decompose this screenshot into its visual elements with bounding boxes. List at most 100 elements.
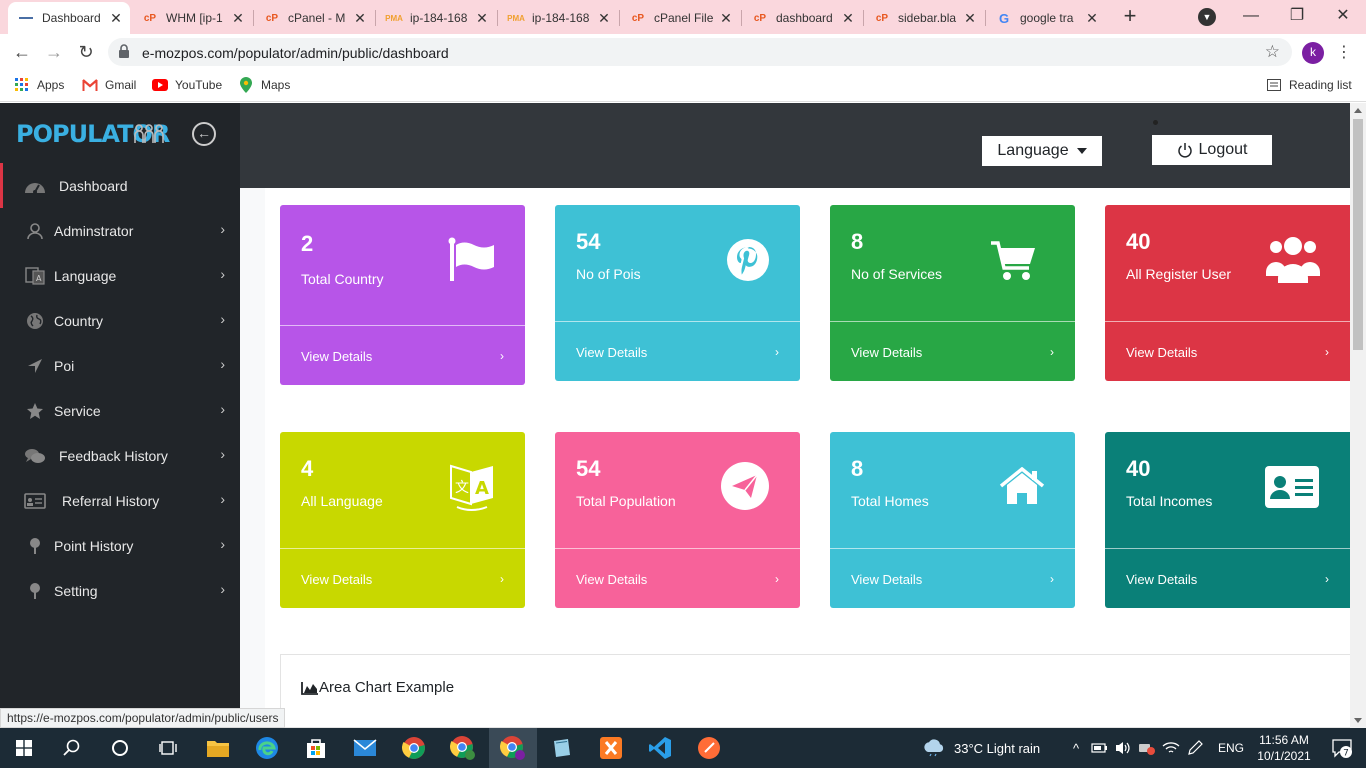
tab-phpmyadmin-1[interactable]: PMA ip-184-168 ✕ [376, 4, 496, 32]
cortana-icon[interactable] [96, 728, 144, 768]
view-details-link[interactable]: View Details [1126, 345, 1197, 360]
bookmark-gmail[interactable]: Gmail [82, 77, 136, 93]
input-language[interactable]: ENG [1218, 741, 1244, 755]
profile-avatar[interactable]: k [1302, 42, 1324, 64]
sidebar-item-setting[interactable]: Setting › [0, 568, 240, 613]
close-icon[interactable]: ✕ [962, 10, 978, 27]
edge-icon[interactable] [243, 728, 291, 768]
svg-text:文: 文 [455, 480, 469, 496]
chrome-active-icon[interactable] [489, 728, 537, 768]
view-details-link[interactable]: View Details [1126, 572, 1197, 587]
cloud-rain-icon [924, 739, 944, 757]
stat-card-footer[interactable]: View Details › [1105, 321, 1350, 381]
sidebar-item-language[interactable]: A Language › [0, 253, 240, 298]
chrome-icon[interactable] [390, 728, 438, 768]
close-icon[interactable]: ✕ [474, 10, 490, 27]
forward-icon[interactable]: → [42, 40, 66, 64]
sidebar-item-country[interactable]: Country › [0, 298, 240, 343]
mail-icon[interactable] [341, 728, 389, 768]
minimize-icon[interactable]: — [1228, 2, 1274, 30]
postman-icon[interactable] [685, 728, 733, 768]
volume-icon[interactable] [1114, 740, 1132, 756]
tab-phpmyadmin-2[interactable]: PMA ip-184-168 ✕ [498, 4, 618, 32]
chevron-right-icon: › [1050, 345, 1054, 359]
window-close-icon[interactable]: ✕ [1320, 2, 1366, 30]
close-icon[interactable]: ✕ [1084, 10, 1100, 27]
view-details-link[interactable]: View Details [576, 572, 647, 587]
meet-now-icon[interactable] [1138, 740, 1156, 756]
bookmark-youtube[interactable]: YouTube [152, 77, 222, 93]
weather-widget[interactable]: 33°C Light rain [922, 728, 1040, 768]
stat-card-footer[interactable]: View Details › [1105, 548, 1350, 608]
sidebar-item-feedback-history[interactable]: Feedback History › [0, 433, 240, 478]
windows-start-icon[interactable] [0, 728, 48, 768]
reading-list-button[interactable]: Reading list [1266, 77, 1352, 93]
clock[interactable]: 11:56 AM 10/1/2021 [1256, 732, 1312, 764]
stat-card-footer[interactable]: View Details › [830, 548, 1075, 608]
sidebar-item-referral-history[interactable]: Referral History › [0, 478, 240, 523]
view-details-link[interactable]: View Details [576, 345, 647, 360]
wifi-icon[interactable] [1162, 740, 1180, 756]
tab-whm[interactable]: cP WHM [ip-1 ✕ [132, 4, 252, 32]
new-tab-button[interactable]: + [1118, 4, 1142, 30]
chrome-profile-icon[interactable] [439, 728, 487, 768]
stat-card-footer[interactable]: View Details › [555, 548, 800, 608]
stat-card-footer[interactable]: View Details › [280, 548, 525, 608]
bookmark-star-icon[interactable]: ☆ [1265, 42, 1280, 62]
notepad-icon[interactable] [538, 728, 586, 768]
sidebar-item-point-history[interactable]: Point History › [0, 523, 240, 568]
scrollbar-thumb[interactable] [1353, 119, 1363, 350]
sidebar-item-dashboard[interactable]: Dashboard [0, 163, 240, 208]
tab-cpanel-file[interactable]: cP cPanel File ✕ [620, 4, 740, 32]
tab-search-icon[interactable]: ▼ [1198, 8, 1216, 26]
back-icon[interactable]: ← [10, 40, 34, 64]
sidebar-item-poi[interactable]: Poi › [0, 343, 240, 388]
stat-card-footer[interactable]: View Details › [280, 325, 525, 385]
pen-icon[interactable] [1186, 740, 1204, 756]
store-icon[interactable] [292, 728, 340, 768]
sidebar-item-adminstrator[interactable]: Adminstrator › [0, 208, 240, 253]
search-icon[interactable] [48, 728, 96, 768]
sidebar-item-service[interactable]: Service › [0, 388, 240, 433]
tab-dashboard-2[interactable]: cP dashboard ✕ [742, 4, 862, 32]
close-icon[interactable]: ✕ [718, 10, 734, 27]
tab-google-translate[interactable]: G google tra ✕ [986, 4, 1106, 32]
close-icon[interactable]: ✕ [596, 10, 612, 27]
battery-icon[interactable] [1090, 741, 1108, 755]
task-view-icon[interactable] [144, 728, 192, 768]
chevron-right-icon: › [220, 311, 225, 327]
chevron-right-icon: › [500, 572, 504, 586]
view-details-link[interactable]: View Details [851, 345, 922, 360]
notifications-icon[interactable]: 7 [1318, 728, 1366, 768]
close-icon[interactable]: ✕ [108, 10, 124, 27]
tab-cpanel[interactable]: cP cPanel - M ✕ [254, 4, 374, 32]
view-details-link[interactable]: View Details [851, 572, 922, 587]
collapse-sidebar-icon[interactable]: ← [192, 122, 216, 146]
view-details-link[interactable]: View Details [301, 572, 372, 587]
tab-dashboard[interactable]: Dashboard ✕ [8, 2, 130, 34]
scroll-down-icon[interactable] [1354, 718, 1362, 723]
close-icon[interactable]: ✕ [230, 10, 246, 27]
bookmark-apps[interactable]: Apps [14, 77, 64, 93]
scroll-up-icon[interactable] [1354, 108, 1362, 113]
restore-icon[interactable]: ❐ [1274, 2, 1320, 30]
stat-card-no-of-services: 8 No of Services View Details › [830, 205, 1075, 381]
bookmark-maps[interactable]: Maps [238, 77, 290, 93]
logout-button[interactable]: Logout [1152, 135, 1272, 165]
close-icon[interactable]: ✕ [352, 10, 368, 27]
address-bar[interactable]: e-mozpos.com/populator/admin/public/dash… [108, 38, 1292, 66]
view-details-link[interactable]: View Details [301, 349, 372, 364]
youtube-icon [152, 77, 168, 93]
vscode-icon[interactable] [636, 728, 684, 768]
stat-card-footer[interactable]: View Details › [830, 321, 1075, 381]
language-dropdown-button[interactable]: Language [982, 136, 1102, 166]
reload-icon[interactable]: ↻ [74, 40, 98, 64]
tab-sidebar-blade[interactable]: cP sidebar.bla ✕ [864, 4, 984, 32]
menu-icon[interactable]: ⋮ [1336, 42, 1352, 62]
close-icon[interactable]: ✕ [840, 10, 856, 27]
page-scrollbar[interactable] [1350, 103, 1366, 728]
xampp-icon[interactable] [587, 728, 635, 768]
stat-card-footer[interactable]: View Details › [555, 321, 800, 381]
chevron-up-icon[interactable]: ^ [1066, 741, 1086, 756]
file-explorer-icon[interactable] [194, 728, 242, 768]
